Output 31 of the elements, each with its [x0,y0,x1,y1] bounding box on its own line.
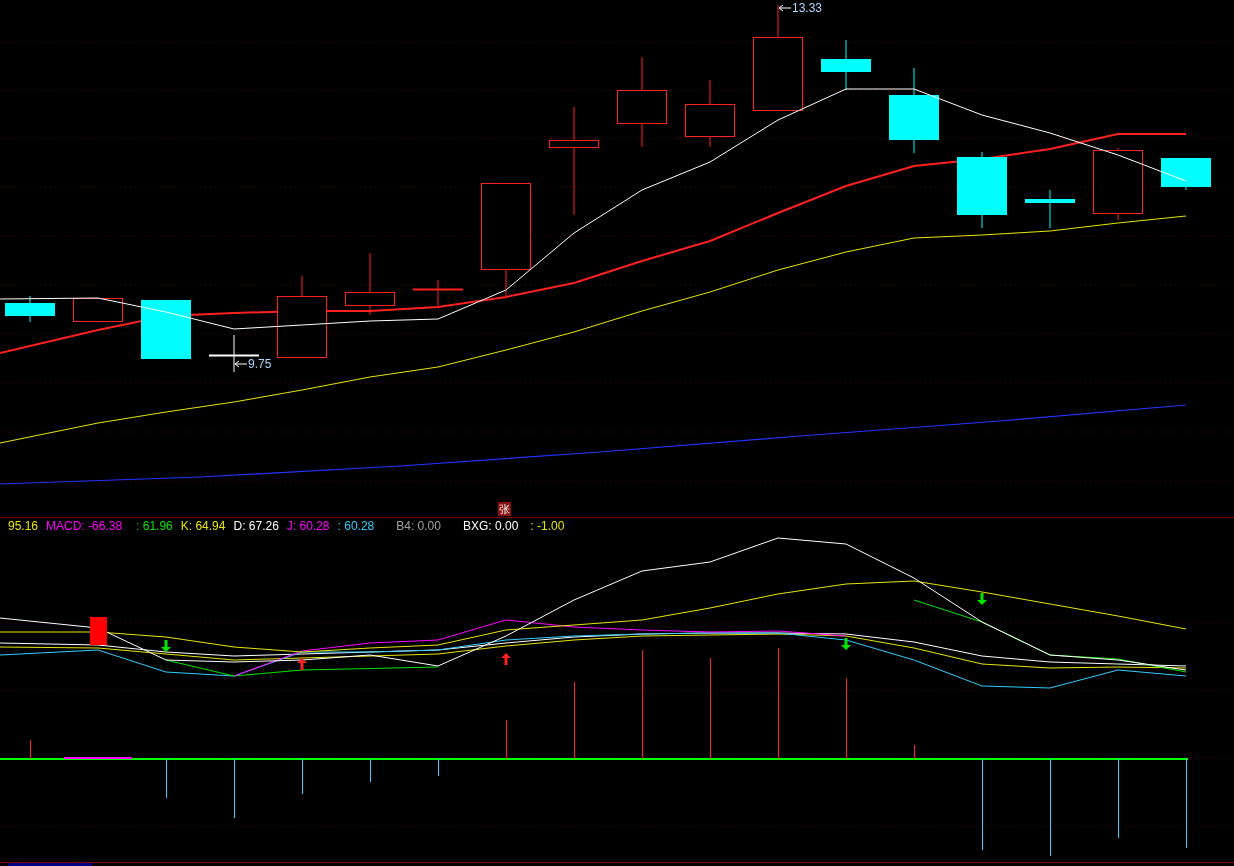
panel-badge[interactable]: 张 [498,502,511,516]
up-arrow-icon [297,658,307,670]
candlestick [1025,189,1075,229]
signal-marker [90,617,107,645]
indicator-value: MACD: -66.38 [46,518,123,535]
price-label: 9.75 [248,356,272,372]
price-label: 13.33 [792,0,823,16]
down-arrow-icon [977,593,987,605]
indicator-value: 95.16 [8,518,39,535]
indicator-value: K: 64.94 [180,518,226,535]
bottom-tab[interactable] [8,863,92,866]
candlestick [821,39,871,91]
indicator-value: : -1.00 [530,518,565,535]
candlestick [73,297,123,323]
indicator-value: : 60.28 [337,518,375,535]
candlestick [685,79,735,148]
candlestick [141,299,191,360]
indicator-value: B4: 0.00 [396,518,441,535]
up-arrow-icon [501,653,511,665]
indicator-value: J: 60.28 [286,518,330,535]
leader-line [234,360,248,368]
candlestick [345,252,395,316]
indicator-value: : 61.96 [136,518,173,535]
candlestick [412,279,464,307]
leader-line [778,4,792,12]
candlestick [1161,157,1211,191]
indicator-value: BXG: 0.00 [462,518,519,535]
down-arrow-icon [841,638,851,650]
indicator-value: D: 67.26 [233,518,279,535]
down-arrow-icon [161,640,171,652]
candlestick [5,295,55,323]
